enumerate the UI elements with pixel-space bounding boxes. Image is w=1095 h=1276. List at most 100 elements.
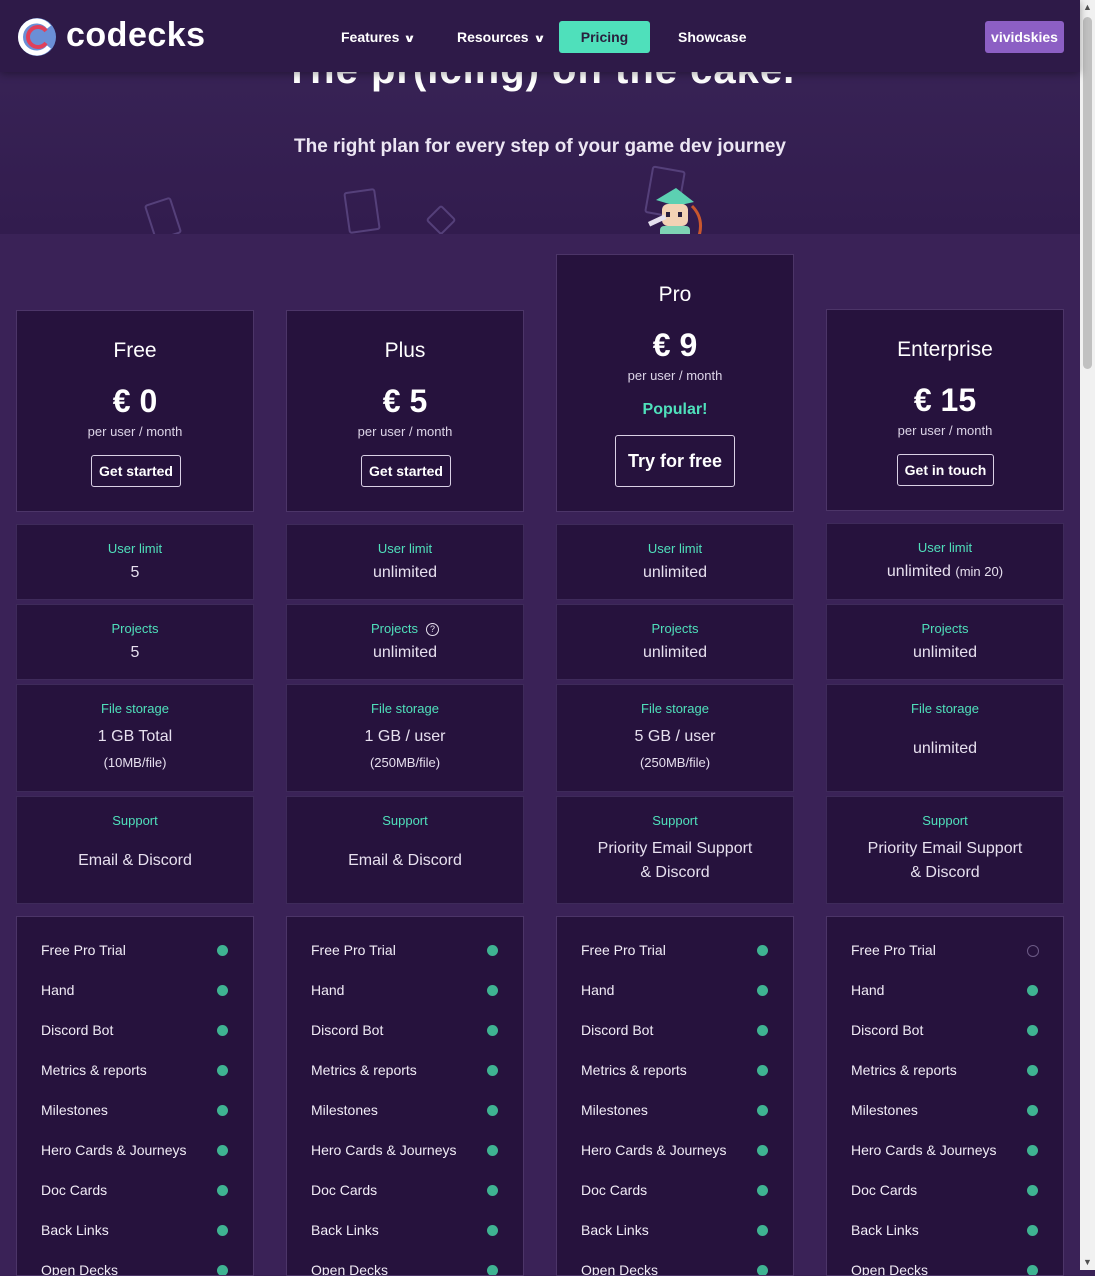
cell-label: User limit: [647, 541, 703, 556]
cell-value: & Discord: [640, 864, 710, 881]
feature-included-icon: [1027, 1145, 1038, 1156]
feature-included-icon: [757, 1185, 768, 1196]
feature-name: Doc Cards: [41, 1182, 108, 1198]
cell-value: Email & Discord: [348, 852, 462, 869]
support-cell: Support Priority Email Support & Discord: [826, 796, 1064, 904]
cell-value: 1 GB / user: [364, 728, 446, 745]
feature-row: Back Links: [827, 1210, 1063, 1250]
feature-row: Doc Cards: [827, 1170, 1063, 1210]
nav-resources[interactable]: Resources ∨: [457, 21, 545, 53]
feature-included-icon: [1027, 1025, 1038, 1036]
plan-price: € 15: [913, 382, 977, 418]
cell-label: Projects: [651, 621, 699, 636]
feature-included-icon: [487, 1225, 498, 1236]
feature-row: Milestones: [17, 1090, 253, 1130]
feature-name: Hand: [581, 982, 615, 998]
feature-included-icon: [217, 945, 228, 956]
feature-row: Free Pro Trial: [557, 930, 793, 970]
feature-name: Doc Cards: [581, 1182, 648, 1198]
feature-name: Hand: [851, 982, 885, 998]
cell-value-text: unlimited: [886, 563, 951, 580]
cell-value: Priority Email Support: [597, 840, 753, 857]
feature-included-icon: [487, 1265, 498, 1275]
cell-label: User limit: [917, 540, 973, 555]
codecks-logo-icon[interactable]: [16, 16, 58, 58]
feature-row: Hero Cards & Journeys: [827, 1130, 1063, 1170]
user-account-button[interactable]: vividskies: [985, 21, 1064, 53]
nav-showcase[interactable]: Showcase: [678, 21, 746, 53]
feature-name: Discord Bot: [581, 1022, 654, 1038]
feature-included-icon: [487, 1185, 498, 1196]
chevron-down-icon: ∨: [403, 33, 417, 45]
feature-name: Doc Cards: [311, 1182, 378, 1198]
feature-name: Free Pro Trial: [581, 942, 666, 958]
cell-label: Projects: [921, 621, 969, 636]
plan-card-free: Free € 0 per user / month Get started: [16, 310, 254, 512]
feature-included-icon: [757, 1065, 768, 1076]
feature-included-icon: [757, 1105, 768, 1116]
scroll-up-arrow-icon[interactable]: ▲: [1080, 0, 1095, 15]
decorative-card-shape: [425, 204, 457, 234]
page-scrollbar[interactable]: ▲ ▼: [1080, 0, 1095, 1270]
plan-price: € 5: [382, 383, 428, 419]
feature-name: Discord Bot: [41, 1022, 114, 1038]
feature-name: Milestones: [311, 1102, 378, 1118]
cell-value: & Discord: [910, 864, 980, 881]
cell-label: Projects?: [287, 621, 523, 637]
brand-name[interactable]: codecks: [66, 16, 206, 55]
support-cell: Support Email & Discord: [16, 796, 254, 904]
feature-row: Hand: [557, 970, 793, 1010]
feature-included-icon: [217, 1065, 228, 1076]
cell-subvalue: (250MB/file): [639, 755, 711, 770]
nav-pricing[interactable]: Pricing: [559, 21, 650, 53]
nav-features[interactable]: Features ∨: [341, 21, 417, 53]
scroll-down-arrow-icon[interactable]: ▼: [1080, 1255, 1095, 1270]
cell-label: Support: [382, 813, 428, 828]
cell-value: unlimited: [642, 644, 708, 661]
feature-included-icon: [487, 985, 498, 996]
cell-label: File storage: [911, 701, 979, 716]
get-started-button[interactable]: Get started: [91, 455, 181, 487]
feature-row: Open Decks: [17, 1250, 253, 1275]
support-cell: Support Email & Discord: [286, 796, 524, 904]
feature-row: Back Links: [557, 1210, 793, 1250]
plan-price-unit: per user / month: [897, 423, 993, 438]
feature-included-icon: [1027, 1105, 1038, 1116]
hero-subtitle: The right plan for every step of your ga…: [294, 136, 786, 157]
feature-included-icon: [757, 1025, 768, 1036]
help-icon[interactable]: ?: [425, 623, 439, 637]
file-storage-cell: File storage 1 GB / user (250MB/file): [286, 684, 524, 792]
cell-subvalue: (10MB/file): [103, 755, 167, 770]
feature-name: Milestones: [41, 1102, 108, 1118]
feature-row: Free Pro Trial: [827, 930, 1063, 970]
plan-price-unit: per user / month: [357, 424, 453, 439]
decorative-card-shape: [143, 196, 183, 234]
cell-label: File storage: [371, 701, 439, 716]
feature-row: Milestones: [827, 1090, 1063, 1130]
feature-name: Metrics & reports: [41, 1062, 147, 1078]
popular-badge: Popular!: [642, 401, 708, 418]
feature-included-icon: [487, 1105, 498, 1116]
cell-value: unlimited: [642, 564, 708, 581]
feature-list-enterprise: Free Pro Trial Hand Discord Bot Metrics & r…: [826, 916, 1064, 1276]
feature-row: Open Decks: [287, 1250, 523, 1275]
get-in-touch-button[interactable]: Get in touch: [897, 454, 994, 486]
feature-name: Metrics & reports: [581, 1062, 687, 1078]
feature-name: Metrics & reports: [851, 1062, 957, 1078]
try-for-free-button[interactable]: Try for free: [615, 435, 735, 487]
cell-label: User limit: [377, 541, 433, 556]
feature-row: Hero Cards & Journeys: [17, 1130, 253, 1170]
scrollbar-thumb[interactable]: [1083, 17, 1092, 369]
plan-name: Plus: [384, 339, 426, 362]
get-started-button[interactable]: Get started: [361, 455, 451, 487]
plan-card-plus: Plus € 5 per user / month Get started: [286, 310, 524, 512]
cell-value: 5 GB / user: [634, 728, 716, 745]
mascot-archer-illustration: [647, 188, 702, 234]
cell-label-text: Projects: [371, 621, 418, 636]
feature-row: Hand: [17, 970, 253, 1010]
feature-row: Hero Cards & Journeys: [557, 1130, 793, 1170]
cell-label: Support: [922, 813, 968, 828]
cell-label: User limit: [107, 541, 163, 556]
feature-row: Free Pro Trial: [287, 930, 523, 970]
feature-name: Back Links: [581, 1222, 649, 1238]
